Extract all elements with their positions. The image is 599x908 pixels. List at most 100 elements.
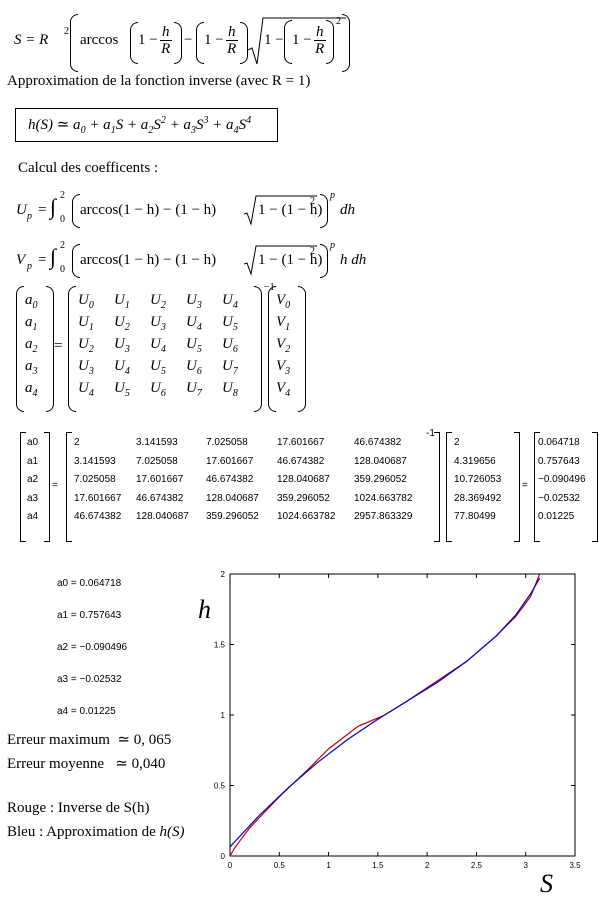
coefficient-value: a4 = 0.01225 [57, 706, 116, 717]
num-u-cell: 17.601667 [206, 455, 254, 467]
integral-icon: ∫ [50, 194, 57, 219]
sym-u-entry: U4 [78, 380, 94, 399]
matrix-bracket [446, 432, 452, 542]
num-result-cell: 0.01225 [538, 511, 575, 522]
s-arccos: arccos [80, 32, 119, 48]
x-tick-label: 3.5 [569, 861, 581, 870]
sym-u-entry: U6 [222, 336, 238, 355]
num-u-cell: 17.601667 [277, 437, 325, 448]
num-u-cell: 46.674382 [277, 455, 325, 467]
symbolic-matrix: a0 a1 a2 a3 a4 = U0 U1 U2 U3 U4 U1 U2 U3 U4 U5 U2 U3 U4 U5 U… [16, 282, 316, 412]
y-tick-label: 0 [221, 852, 226, 861]
num-u-cell: 2957.863329 [354, 511, 413, 522]
num-u-cell: 1024.663782 [354, 492, 413, 504]
legend-blue: Bleu : Approximation de h(S) [7, 824, 185, 840]
sym-u-entry: U6 [150, 380, 166, 399]
x-tick-label: 0.5 [274, 861, 286, 870]
coefficient-value: a3 = −0.02532 [57, 674, 122, 685]
sym-u-entry: U4 [150, 336, 166, 355]
sym-a-entry: a2 [25, 336, 38, 355]
sym-a-entry: a4 [25, 380, 38, 399]
sym-u-entry: U8 [222, 380, 238, 399]
num-u-cell: 359.296052 [206, 511, 259, 522]
sym-u-entry: U6 [186, 358, 202, 377]
sym-u-entry: U2 [150, 292, 166, 311]
numeric-matrix: a0 a1 a2 a3 a4 = 2 3.141593 7.025058 17.601667 46.… [20, 428, 599, 544]
sym-v-entry: V1 [276, 314, 291, 333]
sym-u-entry: U1 [78, 314, 94, 333]
matrix-paren [298, 286, 306, 412]
sym-v-entry: V0 [276, 292, 291, 311]
matrix-bracket [592, 432, 598, 542]
x-tick-label: 1 [326, 861, 331, 870]
sym-u-entry: U5 [150, 358, 166, 377]
sym-u-entry: U1 [114, 292, 130, 311]
num-u-cell: 359.296052 [277, 492, 330, 504]
paren [196, 22, 204, 64]
paren [130, 22, 138, 64]
sym-u-entry: U0 [78, 292, 94, 311]
sym-u-entry: U7 [186, 380, 202, 399]
num-u-cell: 128.040687 [206, 492, 259, 504]
num-label: a2 [27, 474, 39, 485]
num-u-cell: 46.674382 [136, 492, 184, 504]
num-v-cell: 77.80499 [454, 511, 496, 522]
num-u-cell: 46.674382 [74, 511, 122, 522]
num-u-cell: 3.141593 [74, 455, 116, 467]
coef-title: Calcul des coefficents : [18, 160, 159, 176]
paren [72, 194, 80, 228]
series-line-1 [229, 577, 541, 848]
matrix-paren [46, 286, 54, 412]
matrix-bracket [434, 432, 440, 542]
plot-frame [229, 573, 576, 857]
paren [320, 194, 328, 228]
sym-u-entry: U3 [114, 336, 130, 355]
matrix-bracket [534, 432, 540, 542]
sym-u-entry: U2 [78, 336, 94, 355]
num-u-cell: 3.141593 [136, 437, 178, 448]
sym-u-entry: U5 [186, 336, 202, 355]
y-tick-label: 1 [221, 711, 226, 720]
num-u-cell: 46.674382 [354, 437, 402, 448]
coefficient-value: a2 = −0.090496 [57, 642, 128, 653]
s-formula-exp: 2 [64, 26, 69, 37]
x-tick-label: 0 [228, 861, 233, 870]
num-result-cell: −0.090496 [538, 474, 586, 485]
paren [326, 20, 334, 64]
num-u-cell: 128.040687 [277, 474, 330, 485]
num-v-cell: 10.726053 [454, 474, 502, 485]
fraction: hR [314, 24, 326, 57]
paren [72, 244, 80, 278]
integral-icon: ∫ [50, 244, 57, 269]
num-u-cell: 7.025058 [74, 474, 116, 485]
num-v-cell: 28.369492 [454, 492, 502, 504]
fraction: hR [226, 24, 238, 57]
num-u-cell: 128.040687 [354, 455, 407, 467]
equals: = [52, 480, 58, 491]
sym-u-entry: U3 [186, 292, 202, 311]
approx-title: Approximation de la fonction inverse (av… [7, 73, 311, 89]
paren [174, 22, 182, 64]
error-mean: Erreur moyenne ≃ 0,040 [7, 756, 166, 772]
num-u-cell: 2 [74, 437, 80, 448]
x-tick-label: 3 [523, 861, 528, 870]
legend-red: Rouge : Inverse de S(h) [7, 800, 150, 816]
poly-formula: h(S) ≃ a0 + a1S + a2S2 + a3S3 + a4S4 [28, 115, 252, 136]
sym-u-entry: U5 [222, 314, 238, 333]
paren [320, 244, 328, 278]
num-label: a3 [27, 492, 39, 504]
vp-formula: V p = ∫ 2 0 arccos(1 − h) − (1 − h) 1 − … [16, 240, 366, 280]
x-axis-label: S [540, 869, 553, 898]
num-v-cell: 2 [454, 437, 460, 448]
num-label: a4 [27, 511, 39, 522]
sym-u-entry: U3 [78, 358, 94, 377]
num-result-cell: 0.757643 [538, 455, 580, 467]
num-u-cell: 7.025058 [136, 455, 178, 467]
num-v-cell: 4.319656 [454, 455, 496, 467]
num-u-cell: 128.040687 [136, 511, 189, 522]
y-tick-label: 1.5 [214, 641, 226, 650]
num-u-cell: 7.025058 [206, 437, 248, 448]
equals: = [522, 480, 528, 491]
inverse-exp: -1 [426, 428, 435, 439]
paren [240, 22, 248, 64]
